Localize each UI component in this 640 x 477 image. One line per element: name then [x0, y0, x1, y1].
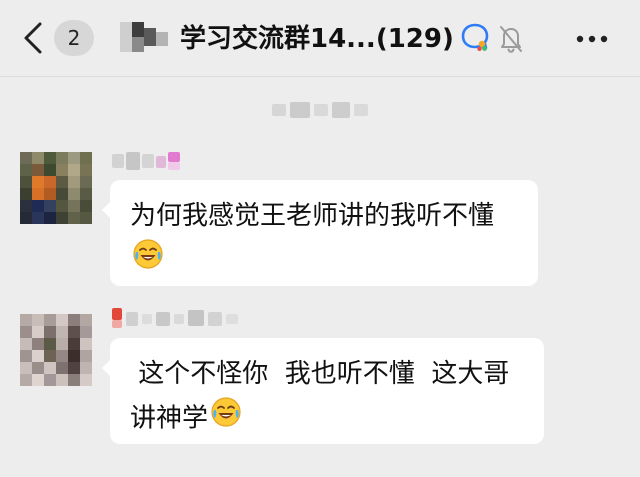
group-chat-icon [461, 23, 489, 51]
chat-header: 2 学习交流群14...(129) [0, 0, 640, 77]
mute-bell-icon [500, 26, 522, 53]
sender-avatar[interactable] [20, 314, 92, 386]
unread-count-badge[interactable]: 2 [54, 20, 94, 56]
message-bubble[interactable]: 为何我感觉王老师讲的我听不懂 [102, 180, 538, 286]
message-bubble[interactable]: 这个不怪你 我也听不懂 这大哥讲神学 [102, 338, 544, 444]
title-status-icons [460, 22, 530, 56]
back-button[interactable] [18, 20, 48, 56]
group-avatar-thumbnail [120, 22, 168, 52]
more-button[interactable] [572, 22, 612, 56]
crying-laughing-emoji [132, 238, 164, 284]
message-text: 这个不怪你 我也听不懂 这大哥讲神学 [130, 352, 526, 442]
sender-name-blurred [112, 308, 242, 330]
message-timestamp-blurred [272, 98, 368, 122]
sender-name-blurred [112, 152, 192, 174]
sender-avatar[interactable] [20, 152, 92, 224]
chevron-left-icon [24, 22, 42, 54]
chat-title[interactable]: 学习交流群14...(129) [180, 20, 470, 58]
crying-laughing-emoji [210, 396, 242, 442]
message-text: 为何我感觉王老师讲的我听不懂 [130, 194, 520, 284]
more-icon [576, 35, 608, 43]
